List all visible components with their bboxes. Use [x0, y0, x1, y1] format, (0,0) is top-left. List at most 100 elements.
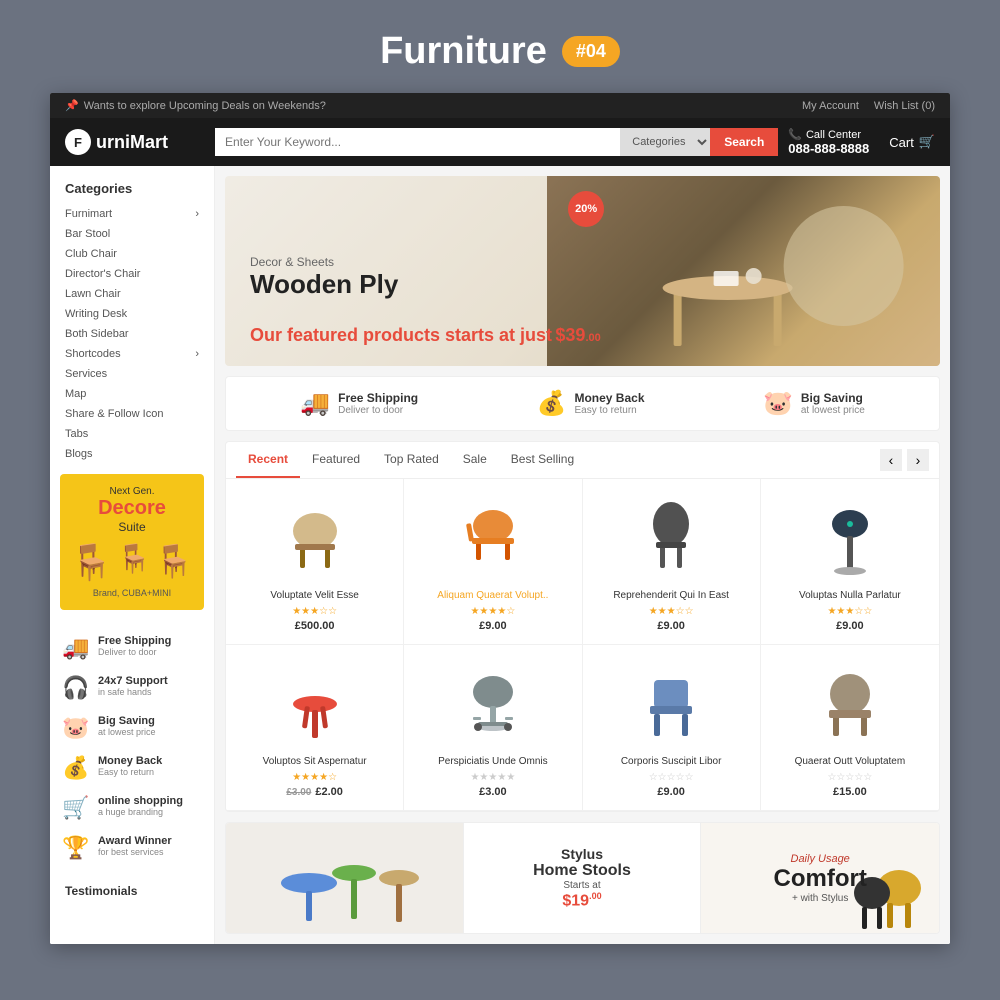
sidebar-feature-moneyback: 💰 Money Back Easy to return	[50, 748, 214, 788]
product-price-7: £9.00	[593, 786, 750, 798]
tab-toprated[interactable]: Top Rated	[372, 442, 451, 478]
tab-recent[interactable]: Recent	[236, 442, 300, 478]
search-input[interactable]	[215, 128, 620, 156]
award-sub: for best services	[98, 847, 172, 857]
saving-sub: at lowest price	[98, 727, 156, 737]
office-chair-svg	[458, 662, 528, 742]
product-tabs: Recent Featured Top Rated Sale Best Sell…	[226, 442, 939, 479]
strip-shipping-title: Free Shipping	[338, 391, 418, 405]
sidebar-item-directorschair[interactable]: Director's Chair	[50, 264, 214, 284]
pin-icon: 📌	[65, 99, 79, 112]
product-card-8[interactable]: Quaerat Outt Voluptatem ☆☆☆☆☆ £15.00	[761, 645, 939, 811]
hero-illustration	[547, 176, 940, 366]
sidebar-item-map[interactable]: Map	[50, 384, 214, 404]
chair-svg-1	[280, 496, 350, 576]
search-button[interactable]: Search	[710, 128, 778, 156]
shipping-sub: Deliver to door	[98, 647, 171, 657]
product-section: Recent Featured Top Rated Sale Best Sell…	[225, 441, 940, 812]
shipping-title: Free Shipping	[98, 635, 171, 647]
tabs-next-button[interactable]: ›	[907, 449, 929, 471]
stylus-price: $19.00	[533, 891, 631, 910]
product-grid: Voluptate Velit Esse ★★★☆☆ £500.00	[226, 479, 939, 811]
product-card-5[interactable]: Voluptos Sit Aspernatur ★★★★☆ £3.00£2.00	[226, 645, 404, 811]
hero-price-value: $39	[555, 325, 585, 345]
hero-title: Wooden Ply	[250, 269, 601, 300]
dining-chair-svg	[636, 662, 706, 742]
product-stars-3: ★★★☆☆	[593, 606, 750, 617]
comfort-sub: + with Stylus	[774, 893, 867, 904]
support-icon: 🎧	[62, 675, 90, 701]
logo[interactable]: F urniMart	[65, 129, 205, 155]
tab-sale[interactable]: Sale	[451, 442, 499, 478]
sidebar-item-share[interactable]: Share & Follow Icon	[50, 404, 214, 424]
product-card-6[interactable]: Perspiciatis Unde Omnis ★★★★★ £3.00	[404, 645, 582, 811]
call-number: 088-888-8888	[788, 141, 869, 156]
product-stars-8: ☆☆☆☆☆	[771, 772, 929, 783]
chair-icon-2: 🪑	[116, 542, 151, 583]
sidebar-item-barstool[interactable]: Bar Stool	[50, 224, 214, 244]
cart-area[interactable]: Cart 🛒	[889, 134, 935, 150]
product-card-7[interactable]: Corporis Suscipit Libor ☆☆☆☆☆ £9.00	[583, 645, 761, 811]
hero-badge: 20%	[568, 191, 604, 227]
cart-icon: 🛒	[919, 134, 935, 150]
feature-moneyback: 💰 Money Back Easy to return	[537, 389, 645, 418]
product-card-2[interactable]: Aliquam Quaerat Volupt.. ★★★★☆ £9.00	[404, 479, 582, 645]
sidebar-item-tabs[interactable]: Tabs	[50, 424, 214, 444]
hero-banner: 20% Decor & Sheets Wooden Ply Our featur…	[225, 176, 940, 366]
product-card-1[interactable]: Voluptate Velit Esse ★★★☆☆ £500.00	[226, 479, 404, 645]
sidebar-item-lawnchair[interactable]: Lawn Chair	[50, 284, 214, 304]
sidebar-item-shortcodes[interactable]: Shortcodes›	[50, 344, 214, 364]
product-price-4: £9.00	[771, 620, 929, 632]
product-img-6	[414, 657, 571, 747]
shopping-sub: a huge branding	[98, 807, 183, 817]
comfort-title: Comfort	[774, 865, 867, 893]
product-price-5: £3.00£2.00	[236, 786, 393, 798]
sidebar-item-bothsidebar[interactable]: Both Sidebar	[50, 324, 214, 344]
phone-icon: 📞	[788, 128, 802, 141]
product-price-8: £15.00	[771, 786, 929, 798]
product-card-4[interactable]: Voluptas Nulla Parlatur ★★★☆☆ £9.00	[761, 479, 939, 645]
moneyback-sub: Easy to return	[98, 767, 162, 777]
tabs-nav: ‹ ›	[880, 449, 929, 471]
sidebar-item-clubchair[interactable]: Club Chair	[50, 244, 214, 264]
award-title: Award Winner	[98, 835, 172, 847]
strip-saving-icon: 🐷	[763, 389, 793, 418]
hero-subtitle: Decor & Sheets	[250, 255, 601, 269]
strip-moneyback-title: Money Back	[574, 391, 644, 405]
tabs-prev-button[interactable]: ‹	[880, 449, 902, 471]
category-select[interactable]: Categories	[620, 128, 710, 156]
promo-banner-comfort[interactable]: Daily Usage Comfort + with Stylus	[701, 823, 939, 933]
product-img-7	[593, 657, 750, 747]
sidebar-item-writingdesk[interactable]: Writing Desk	[50, 304, 214, 324]
shopping-title: online shopping	[98, 795, 183, 807]
strip-shipping-icon: 🚚	[300, 389, 330, 418]
body-layout: Categories Furnimart› Bar Stool Club Cha…	[50, 166, 950, 944]
sidebar-item-blogs[interactable]: Blogs	[50, 444, 214, 464]
promo-brand: Brand, CUBA+MINI	[72, 588, 192, 598]
promo-banner-stylus[interactable]: Stylus Home Stools Starts at $19.00	[464, 823, 702, 933]
product-card-3[interactable]: Reprehenderit Qui In East ★★★☆☆ £9.00	[583, 479, 761, 645]
sidebar-item-furnimart[interactable]: Furnimart›	[50, 204, 214, 224]
top-bar: 📌 Wants to explore Upcoming Deals on Wee…	[50, 93, 950, 118]
feature-strip: 🚚 Free Shipping Deliver to door 💰 Money …	[225, 376, 940, 431]
comfort-text: Daily Usage Comfort + with Stylus	[774, 853, 867, 904]
sidebar-features: 🚚 Free Shipping Deliver to door 🎧 24x7 S…	[50, 620, 214, 876]
chair-icon-3: 🪑	[154, 542, 194, 583]
promo-banner-tables[interactable]	[226, 823, 464, 933]
saving-icon: 🐷	[62, 715, 90, 741]
promo-banners: Stylus Home Stools Starts at $19.00 Dail…	[225, 822, 940, 934]
tab-bestselling[interactable]: Best Selling	[499, 442, 586, 478]
product-name-7: Corporis Suscipit Libor	[593, 755, 750, 768]
sidebar-menu: Furnimart› Bar Stool Club Chair Director…	[50, 204, 214, 464]
stylus-subtitle: Home Stools	[533, 862, 631, 880]
sidebar-item-services[interactable]: Services	[50, 364, 214, 384]
site-container: 📌 Wants to explore Upcoming Deals on Wee…	[50, 93, 950, 944]
comfort-cursive: Daily Usage	[774, 853, 867, 865]
cart-label: Cart	[889, 135, 914, 150]
tab-featured[interactable]: Featured	[300, 442, 372, 478]
hero-text: Decor & Sheets Wooden Ply Our featured p…	[250, 255, 601, 346]
product-img-1	[236, 491, 393, 581]
wish-list-link[interactable]: Wish List (0)	[874, 100, 935, 112]
chair-svg-3	[636, 496, 706, 576]
my-account-link[interactable]: My Account	[802, 100, 859, 112]
